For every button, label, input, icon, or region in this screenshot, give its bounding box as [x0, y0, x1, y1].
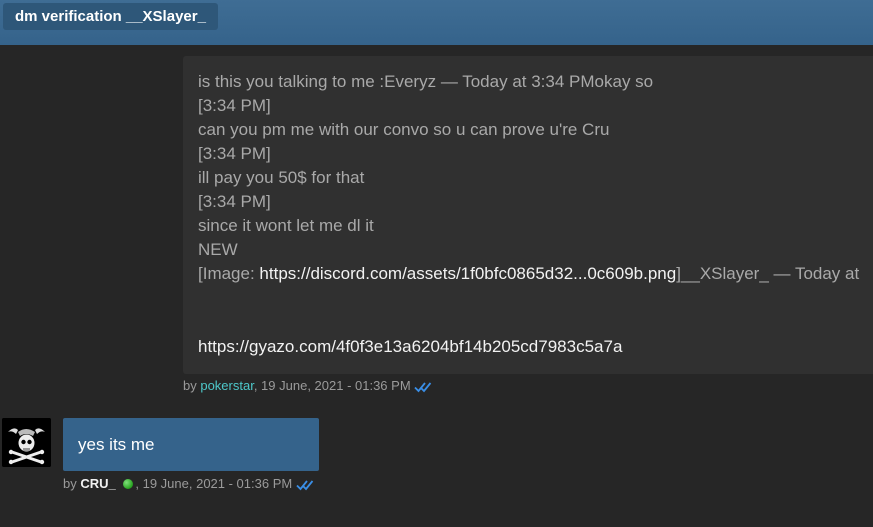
message-timestamp: , 19 June, 2021 - 01:36 PM	[253, 378, 411, 393]
skull-flag-avatar-icon	[2, 418, 51, 467]
double-check-icon	[296, 476, 314, 491]
meta-by: by	[183, 378, 201, 393]
message-line: [3:34 PM]	[198, 144, 271, 163]
image-link[interactable]: https://discord.com/assets/1f0bfc0865d32…	[259, 264, 676, 283]
incoming-message-meta: by pokerstar, 19 June, 2021 - 01:36 PM	[183, 378, 432, 394]
gyazo-link[interactable]: https://gyazo.com/4f0f3e13a6204bf14b205c…	[198, 336, 622, 358]
message-line: [3:34 PM]	[198, 192, 271, 211]
message-line: can you pm me with our convo so u can pr…	[198, 120, 610, 139]
outgoing-message-meta: by CRU_ , 19 June, 2021 - 01:36 PM	[63, 476, 314, 492]
meta-by: by	[63, 476, 81, 491]
image-line: [Image: https://discord.com/assets/1f0bf…	[198, 262, 873, 286]
message-line: NEW	[198, 240, 238, 259]
conversation-title: dm verification __XSlayer_	[3, 3, 218, 30]
message-line: since it wont let me dl it	[198, 216, 374, 235]
message-line: [3:34 PM]	[198, 96, 271, 115]
outgoing-message-text: yes its me	[78, 435, 155, 454]
message-line: is this you talking to me :Everyz — Toda…	[198, 72, 654, 91]
image-suffix: ]__XSlayer_ — Today at	[676, 264, 860, 283]
message-timestamp: , 19 June, 2021 - 01:36 PM	[135, 476, 293, 491]
message-line: ill pay you 50$ for that	[198, 168, 365, 187]
online-status-icon	[123, 479, 134, 489]
double-check-icon	[414, 378, 432, 393]
sender-username-link[interactable]: CRU_	[80, 476, 115, 491]
sender-username-link[interactable]: pokerstar	[200, 378, 253, 393]
conversation-header: dm verification __XSlayer_	[0, 0, 873, 45]
incoming-message-text: is this you talking to me :Everyz — Toda…	[198, 70, 873, 286]
avatar[interactable]	[2, 418, 51, 467]
image-prefix: [Image:	[198, 264, 260, 283]
